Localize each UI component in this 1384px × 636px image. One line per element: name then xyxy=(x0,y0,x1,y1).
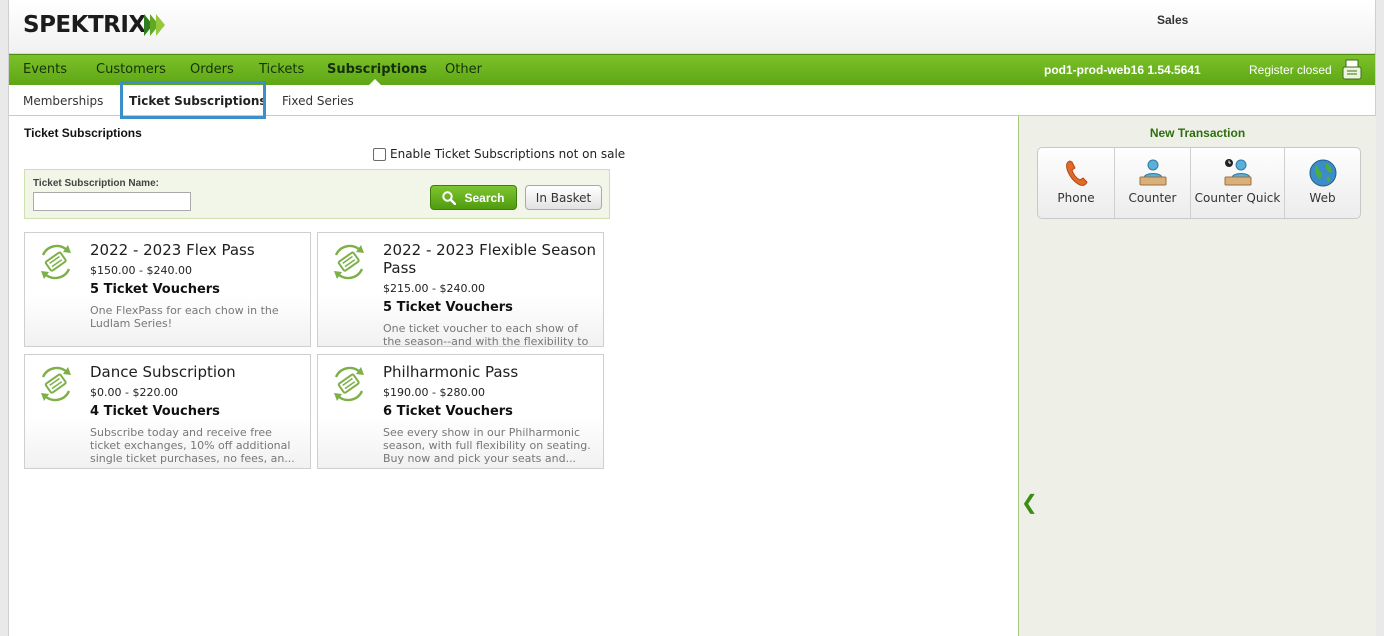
nav-item-tickets[interactable]: Tickets xyxy=(259,62,304,77)
subscription-card[interactable]: Dance Subscription $0.00 - $220.00 4 Tic… xyxy=(24,354,311,469)
card-vouchers: 5 Ticket Vouchers xyxy=(90,282,220,297)
card-vouchers: 5 Ticket Vouchers xyxy=(383,300,513,315)
search-button-label: Search xyxy=(464,190,505,205)
card-name: 2022 - 2023 Flexible Season Pass xyxy=(383,241,596,277)
counter-button[interactable]: Counter xyxy=(1115,148,1191,218)
ticket-subscription-icon xyxy=(334,244,364,280)
phone-icon xyxy=(1066,160,1088,186)
spektrix-logo[interactable]: SPEKTRIX xyxy=(23,12,165,38)
card-description: One ticket voucher to each show of the s… xyxy=(383,322,589,346)
web-button[interactable]: Web xyxy=(1285,148,1360,218)
counter-quick-button[interactable]: Counter Quick xyxy=(1191,148,1285,218)
nav-item-customers[interactable]: Customers xyxy=(96,62,166,77)
subscription-card[interactable]: Philharmonic Pass $190.00 - $280.00 6 Ti… xyxy=(317,354,604,469)
phone-button-label: Phone xyxy=(1057,191,1095,205)
server-version: pod1-prod-web16 1.54.5641 xyxy=(1044,63,1201,77)
enable-not-on-sale-label[interactable]: Enable Ticket Subscriptions not on sale xyxy=(390,147,625,161)
nav-item-orders[interactable]: Orders xyxy=(190,62,234,77)
subnav-item-fixed-series[interactable]: Fixed Series xyxy=(282,94,354,108)
active-tab-highlight xyxy=(120,81,266,119)
search-icon xyxy=(442,190,457,205)
counter-quick-icon xyxy=(1224,159,1251,186)
card-name: Dance Subscription xyxy=(90,363,236,381)
card-description: See every show in our Philharmonic seaso… xyxy=(383,426,591,465)
enable-not-on-sale-checkbox[interactable] xyxy=(373,147,386,161)
subscription-name-input[interactable] xyxy=(33,192,191,211)
subscription-card[interactable]: 2022 - 2023 Flexible Season Pass $215.00… xyxy=(317,232,604,347)
nav-item-subscriptions[interactable]: Subscriptions xyxy=(327,62,427,77)
ticket-subscription-icon xyxy=(334,366,364,402)
card-vouchers: 4 Ticket Vouchers xyxy=(90,404,220,419)
nav-item-other[interactable]: Other xyxy=(445,62,482,77)
card-vouchers: 6 Ticket Vouchers xyxy=(383,404,513,419)
in-basket-button[interactable]: In Basket xyxy=(525,185,602,210)
logo-chevrons-icon xyxy=(143,14,165,36)
card-name: 2022 - 2023 Flex Pass xyxy=(90,241,255,259)
top-header: SPEKTRIX Sales xyxy=(9,0,1375,54)
app-title: Sales xyxy=(1157,13,1189,27)
nav-item-events[interactable]: Events xyxy=(23,62,67,77)
page-title: Ticket Subscriptions xyxy=(24,126,142,140)
counter-icon xyxy=(1139,159,1166,186)
search-button[interactable]: Search xyxy=(430,185,517,210)
card-description: Subscribe today and receive free ticket … xyxy=(90,426,295,465)
subscription-card[interactable]: 2022 - 2023 Flex Pass $150.00 - $240.00 … xyxy=(24,232,311,347)
logo-text: SPEKTRIX xyxy=(23,12,146,38)
enable-not-on-sale-row: Enable Ticket Subscriptions not on sale xyxy=(373,147,625,161)
card-name: Philharmonic Pass xyxy=(383,363,519,381)
card-price: $190.00 - $280.00 xyxy=(383,386,485,399)
card-price: $150.00 - $240.00 xyxy=(90,264,192,277)
ticket-subscription-icon xyxy=(41,366,71,402)
subscription-name-label: Ticket Subscription Name: xyxy=(33,178,159,189)
counter-quick-button-label: Counter Quick xyxy=(1194,191,1281,205)
card-price: $215.00 - $240.00 xyxy=(383,282,485,295)
card-price: $0.00 - $220.00 xyxy=(90,386,178,399)
register-status[interactable]: Register closed xyxy=(1249,63,1332,77)
search-panel: Ticket Subscription Name: Search In Bask… xyxy=(24,169,610,219)
web-button-label: Web xyxy=(1309,191,1336,205)
subnav-item-memberships[interactable]: Memberships xyxy=(23,94,103,108)
cash-register-icon[interactable] xyxy=(1341,58,1363,82)
app-frame: SPEKTRIX Sales Events Customers Orders T… xyxy=(8,0,1376,636)
new-transaction-title: New Transaction xyxy=(1149,126,1246,140)
ticket-subscription-icon xyxy=(41,244,71,280)
counter-button-label: Counter xyxy=(1128,191,1177,205)
phone-button[interactable]: Phone xyxy=(1038,148,1115,218)
collapse-panel-chevron-icon[interactable]: ❮ xyxy=(1021,490,1038,514)
card-description: One FlexPass for each chow in the Ludlam… xyxy=(90,304,279,330)
transaction-type-buttons: Phone Counter Counter Quick Web xyxy=(1037,147,1361,219)
new-transaction-panel: New Transaction Phone Counter Counter Qu… xyxy=(1018,116,1376,636)
globe-icon xyxy=(1309,159,1336,187)
